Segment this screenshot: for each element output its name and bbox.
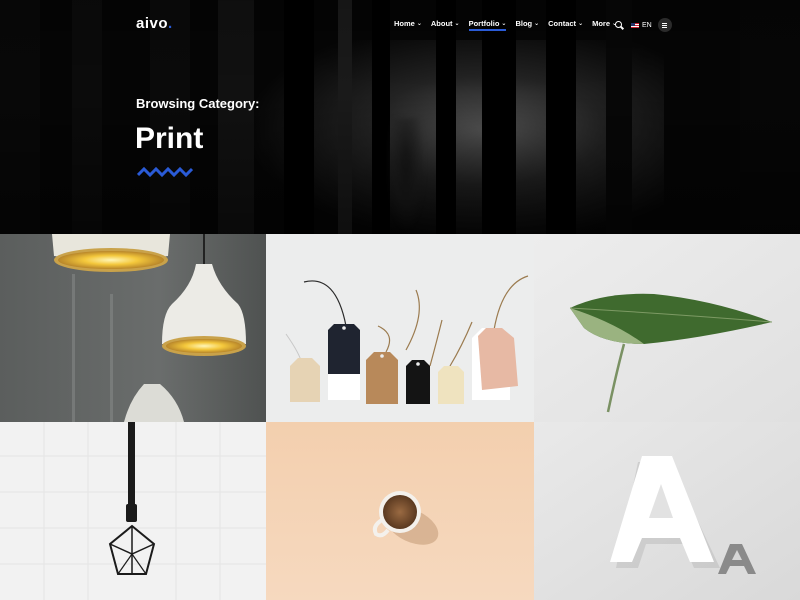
hero-banner: aivo. Home ⌄ About ⌄ Portfolio ⌄ Blog ⌄ Cont… [0,0,800,234]
nav-label: About [430,19,453,28]
logo-text: aivo [136,15,169,32]
portfolio-item-paper-tags[interactable] [266,234,534,422]
chevron-down-icon: ⌄ [534,21,540,27]
chevron-down-icon: ⌄ [578,21,584,27]
portfolio-item-letter-a[interactable] [534,422,800,600]
logo-dot: . [168,15,173,32]
hero-background-image [0,0,800,234]
nav-label: Home [394,19,415,28]
green-leaf-image [534,234,800,422]
main-nav: Home ⌄ About ⌄ Portfolio ⌄ Blog ⌄ Contact ⌄ M… [394,19,626,31]
nav-item-about[interactable]: About ⌄ [431,19,460,28]
portfolio-item-coffee-cup[interactable] [266,422,534,600]
nav-label: Contact [548,19,577,28]
portfolio-grid [0,234,800,600]
nav-item-home[interactable]: Home ⌄ [394,19,422,28]
portfolio-item-pendant-lamps[interactable] [0,234,266,422]
nav-label: Blog [515,19,533,28]
nav-tools: EN [614,18,672,32]
chevron-down-icon: ⌄ [416,21,422,27]
chevron-down-icon: ⌄ [501,21,507,27]
hanging-bulb-image [0,422,266,600]
site-logo[interactable]: aivo. [136,15,173,32]
portfolio-item-hanging-bulb[interactable] [0,422,266,600]
coffee-cup-image [266,422,534,600]
portfolio-item-green-leaf[interactable] [534,234,800,422]
nav-item-blog[interactable]: Blog ⌄ [515,19,539,28]
hamburger-icon[interactable] [657,18,672,32]
nav-item-contact[interactable]: Contact ⌄ [548,19,583,28]
category-kicker: Browsing Category: [136,96,260,111]
search-icon[interactable] [614,20,624,30]
nav-item-portfolio[interactable]: Portfolio ⌄ [468,19,507,31]
language-switcher[interactable]: EN [631,22,652,29]
pendant-lamps-image [0,234,266,422]
nav-label: Portfolio [468,19,500,28]
language-label: EN [642,21,652,29]
chevron-down-icon: ⌄ [454,21,460,27]
flag-icon [631,22,639,28]
zigzag-divider-icon [137,166,193,178]
nav-label: More [592,19,611,28]
letter-a-image [534,422,800,600]
page-title: Print [135,122,204,155]
paper-tags-image [266,234,534,422]
